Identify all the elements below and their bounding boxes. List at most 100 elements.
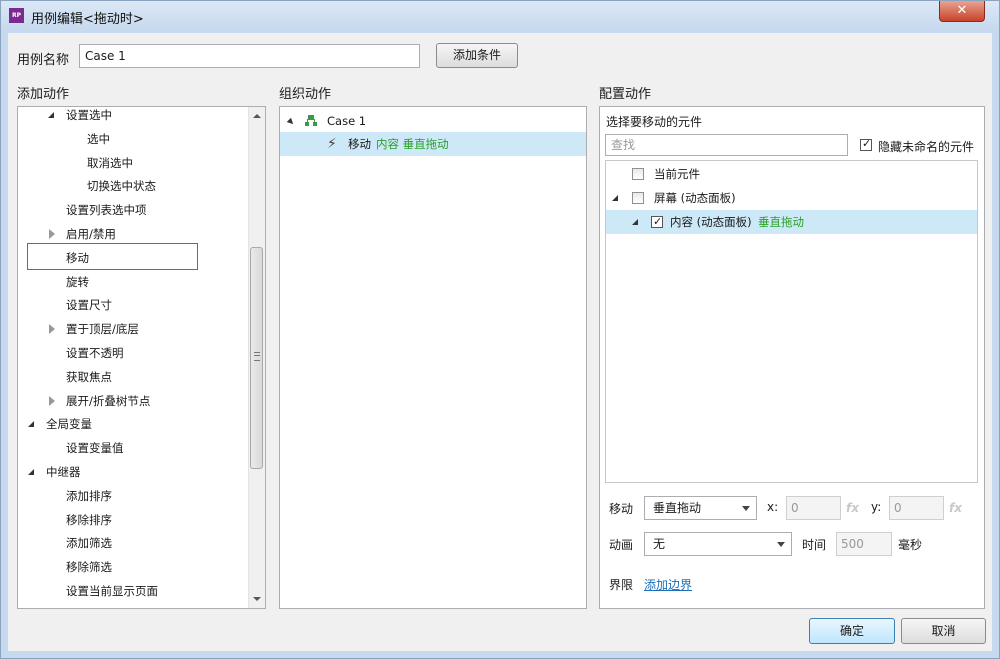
scroll-thumb[interactable] [250, 247, 263, 469]
move-label: 移动 [609, 502, 634, 516]
window-title: 用例编辑<拖动时> [31, 12, 144, 27]
case-node[interactable]: Case 1 [280, 109, 586, 133]
widget-search-input[interactable]: 查找 [605, 134, 848, 156]
action-item-label: 设置变量值 [66, 441, 124, 456]
action-item[interactable]: 设置选中 [18, 107, 265, 127]
cancel-button[interactable]: 取消 [901, 618, 986, 644]
expand-icon[interactable] [612, 195, 618, 201]
case-label: Case 1 [327, 114, 367, 128]
widget-suffix: 垂直拖动 [758, 215, 804, 229]
animation-select[interactable]: 无 [644, 532, 792, 556]
y-fx-button[interactable]: fx [949, 501, 962, 515]
action-item[interactable]: 全局变量 [18, 412, 265, 436]
actions-scrollbar[interactable] [248, 107, 265, 608]
chevron-down-icon [742, 506, 750, 511]
add-condition-button[interactable]: 添加条件 [436, 43, 518, 68]
widget-row-screen[interactable]: 屏幕 (动态面板) [606, 186, 977, 210]
collapse-icon[interactable] [28, 421, 34, 428]
y-input[interactable]: 0 [889, 496, 944, 520]
action-item-label: 设置不透明 [66, 346, 124, 360]
scroll-up-icon[interactable] [253, 114, 261, 118]
widget-row-content[interactable]: ✓ 内容 (动态面板) 垂直拖动 [606, 210, 977, 234]
case-name-input[interactable]: Case 1 [79, 44, 420, 68]
animation-label: 动画 [609, 538, 634, 552]
action-target: 内容 垂直拖动 [376, 137, 449, 151]
action-item-label: 设置选中 [66, 108, 112, 122]
widget-checkbox[interactable] [632, 192, 644, 204]
action-item[interactable]: 获取焦点 [18, 365, 265, 389]
widget-label: 屏幕 (动态面板) [654, 191, 736, 205]
action-item[interactable]: 展开/折叠树节点 [18, 389, 265, 413]
action-item-label: 旋转 [66, 274, 89, 289]
ok-button[interactable]: 确定 [809, 618, 895, 644]
dialog-body: 用例名称 Case 1 添加条件 添加动作 组织动作 配置动作 设置选中 选中 取消… [8, 33, 992, 651]
action-row[interactable]: ⚡ 移动 内容 垂直拖动 [280, 132, 586, 156]
action-item[interactable]: 选中 [18, 127, 265, 151]
expand-icon[interactable] [49, 395, 55, 406]
highlight-box [27, 243, 198, 270]
scroll-down-icon[interactable] [253, 597, 261, 601]
select-widget-label: 选择要移动的元件 [606, 115, 703, 129]
check-icon: ✓ [653, 215, 663, 228]
action-item-label: 选中 [87, 131, 110, 146]
hide-unnamed-checkbox[interactable]: ✓ [860, 137, 872, 151]
action-item[interactable]: 取消选中 [18, 151, 265, 175]
action-item-label: 获取焦点 [66, 369, 112, 384]
action-item[interactable]: 设置当前显示页面 [18, 579, 265, 603]
action-item[interactable]: 添加筛选 [18, 531, 265, 555]
add-actions-heading: 添加动作 [17, 87, 70, 102]
bounds-label: 界限 [609, 578, 634, 592]
action-item-label: 添加排序 [66, 488, 112, 503]
action-item-label: 取消选中 [87, 155, 133, 170]
dialog-window: RP 用例编辑<拖动时> ✕ 用例名称 Case 1 添加条件 添加动作 组织动… [0, 0, 1000, 659]
organize-actions-tree: Case 1 ⚡ 移动 内容 垂直拖动 [279, 106, 587, 609]
action-item-label: 设置尺寸 [66, 298, 112, 313]
action-prefix: 移动 [348, 137, 371, 151]
collapse-icon[interactable] [48, 112, 54, 118]
action-item-label: 设置列表选中项 [66, 203, 147, 218]
expand-icon[interactable] [632, 219, 638, 225]
action-item[interactable]: 中继器 [18, 460, 265, 484]
move-type-value: 垂直拖动 [653, 501, 702, 515]
action-item-label: 移除排序 [66, 512, 112, 527]
action-item[interactable]: 旋转 [18, 270, 265, 294]
x-input[interactable]: 0 [786, 496, 841, 520]
expand-icon[interactable] [49, 324, 55, 335]
y-label: y: [871, 500, 882, 514]
action-item[interactable]: 设置不透明 [18, 341, 265, 365]
add-actions-tree: 设置选中 选中 取消选中 切换选中状态 设置列表选中项 启用/禁用 移动 旋转 设置尺寸 置于顶层… [17, 106, 266, 609]
app-icon: RP [9, 8, 24, 23]
widget-label: 当前元件 [654, 167, 700, 181]
title-bar: RP 用例编辑<拖动时> ✕ [1, 1, 999, 33]
action-item[interactable]: 设置变量值 [18, 436, 265, 460]
action-item-label: 置于顶层/底层 [66, 322, 139, 337]
x-fx-button[interactable]: fx [846, 501, 859, 515]
widget-row-current[interactable]: 当前元件 [606, 162, 977, 186]
action-item[interactable]: 置于顶层/底层 [18, 317, 265, 341]
case-icon [305, 115, 317, 126]
close-button[interactable]: ✕ [939, 1, 985, 22]
ms-label: 毫秒 [898, 538, 923, 552]
time-input[interactable]: 500 [836, 532, 892, 556]
action-item[interactable]: 切换选中状态 [18, 174, 265, 198]
expand-icon[interactable] [49, 229, 55, 239]
action-item[interactable]: 设置列表选中项 [18, 198, 265, 222]
widget-checkbox[interactable] [632, 168, 644, 180]
expand-icon[interactable] [286, 117, 296, 127]
time-label: 时间 [802, 538, 827, 552]
action-item-label: 中继器 [46, 465, 81, 479]
animation-value: 无 [653, 537, 666, 551]
x-label: x: [767, 500, 779, 514]
action-item[interactable]: 设置尺寸 [18, 293, 265, 317]
action-item[interactable]: 移除筛选 [18, 555, 265, 579]
widget-label: 内容 (动态面板) [670, 215, 752, 229]
collapse-icon[interactable] [28, 469, 34, 475]
move-type-select[interactable]: 垂直拖动 [644, 496, 757, 520]
add-bounds-link[interactable]: 添加边界 [644, 576, 692, 593]
action-item-label: 展开/折叠树节点 [66, 393, 151, 408]
action-item-label: 切换选中状态 [87, 179, 156, 194]
check-icon: ✓ [862, 137, 872, 150]
action-item[interactable]: 移除排序 [18, 508, 265, 532]
widget-checkbox-checked[interactable]: ✓ [651, 215, 663, 228]
action-item[interactable]: 添加排序 [18, 484, 265, 508]
